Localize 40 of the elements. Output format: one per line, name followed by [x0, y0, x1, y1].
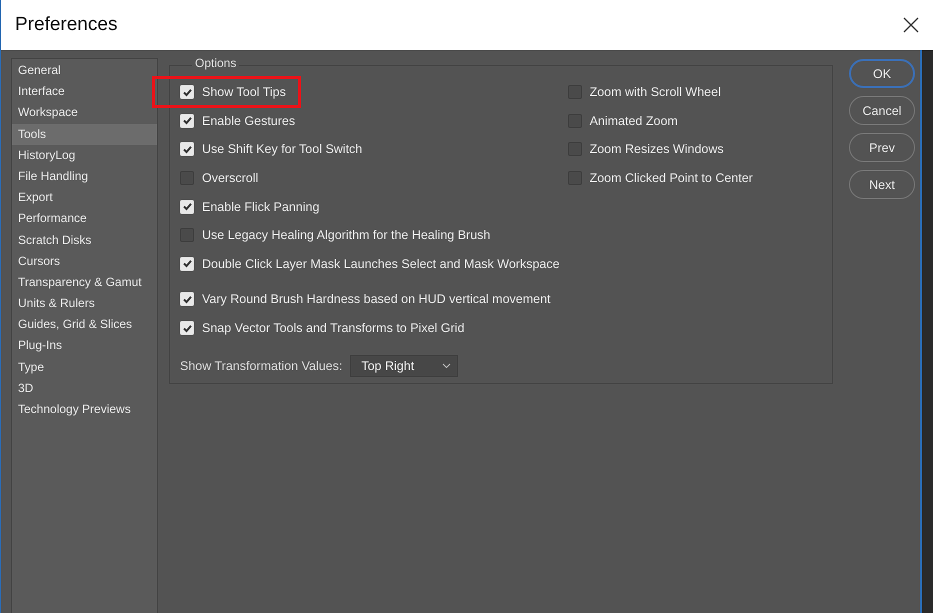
- sidebar-item[interactable]: Tools: [12, 124, 157, 145]
- checkbox-label: Show Tool Tips: [202, 85, 286, 100]
- window-title: Preferences: [15, 14, 118, 36]
- sidebar-item[interactable]: Type: [12, 356, 157, 378]
- checkbox-label: Overscroll: [202, 171, 258, 186]
- checkbox-label: Enable Flick Panning: [202, 200, 320, 214]
- group-legend: Options: [192, 56, 240, 70]
- sidebar-item[interactable]: 3D: [12, 378, 157, 399]
- sidebar-item[interactable]: Scratch Disks: [12, 230, 157, 251]
- checkbox-label: Enable Gestures: [202, 114, 296, 128]
- dialog-button[interactable]: Prev: [849, 133, 915, 162]
- checkbox-label: Vary Round Brush Hardness based on HUD vertical movement: [202, 292, 551, 306]
- sidebar-item[interactable]: Interface: [12, 81, 157, 102]
- checkbox-label: Zoom Clicked Point to Center: [590, 171, 753, 186]
- dialog-button[interactable]: Next: [849, 170, 915, 199]
- checkbox-label: Use Shift Key for Tool Switch: [202, 142, 362, 156]
- checkbox-label: Use Legacy Healing Algorithm for the Healing Brush: [202, 228, 490, 242]
- sidebar-item[interactable]: Workspace: [12, 102, 157, 124]
- checkbox-label: Snap Vector Tools and Transforms to Pixel Grid: [202, 321, 464, 336]
- sidebar-item[interactable]: Guides, Grid & Slices: [12, 314, 157, 336]
- dialog-button[interactable]: Cancel: [849, 96, 915, 125]
- caret-icon: [442, 363, 452, 370]
- checkbox-label: Double Click Layer Mask Launches Select and Mask Workspace: [202, 256, 560, 271]
- sidebar-item[interactable]: Cursors: [12, 250, 157, 272]
- field-label: Show Transformation Values:: [180, 359, 342, 374]
- dialog-button[interactable]: OK: [849, 59, 915, 88]
- sidebar-item[interactable]: Technology Previews: [12, 399, 157, 420]
- sidebar-item[interactable]: HistoryLog: [12, 144, 157, 166]
- transformation-dropdown[interactable]: Top Right: [350, 355, 458, 378]
- sidebar-item[interactable]: File Handling: [12, 166, 157, 188]
- close-icon[interactable]: [903, 17, 919, 33]
- sidebar-item[interactable]: Transparency & Gamut: [12, 272, 157, 294]
- sidebar-item[interactable]: Units & Rulers: [12, 293, 157, 314]
- checkbox-label: Zoom Resizes Windows: [590, 142, 724, 156]
- sidebar-item[interactable]: Performance: [12, 208, 157, 230]
- sidebar-item[interactable]: General: [12, 60, 157, 82]
- checkbox-label: Animated Zoom: [590, 114, 678, 128]
- sidebar-item[interactable]: Plug-Ins: [12, 335, 157, 357]
- sidebar-item[interactable]: Export: [12, 187, 157, 208]
- checkbox-label: Zoom with Scroll Wheel: [590, 85, 721, 100]
